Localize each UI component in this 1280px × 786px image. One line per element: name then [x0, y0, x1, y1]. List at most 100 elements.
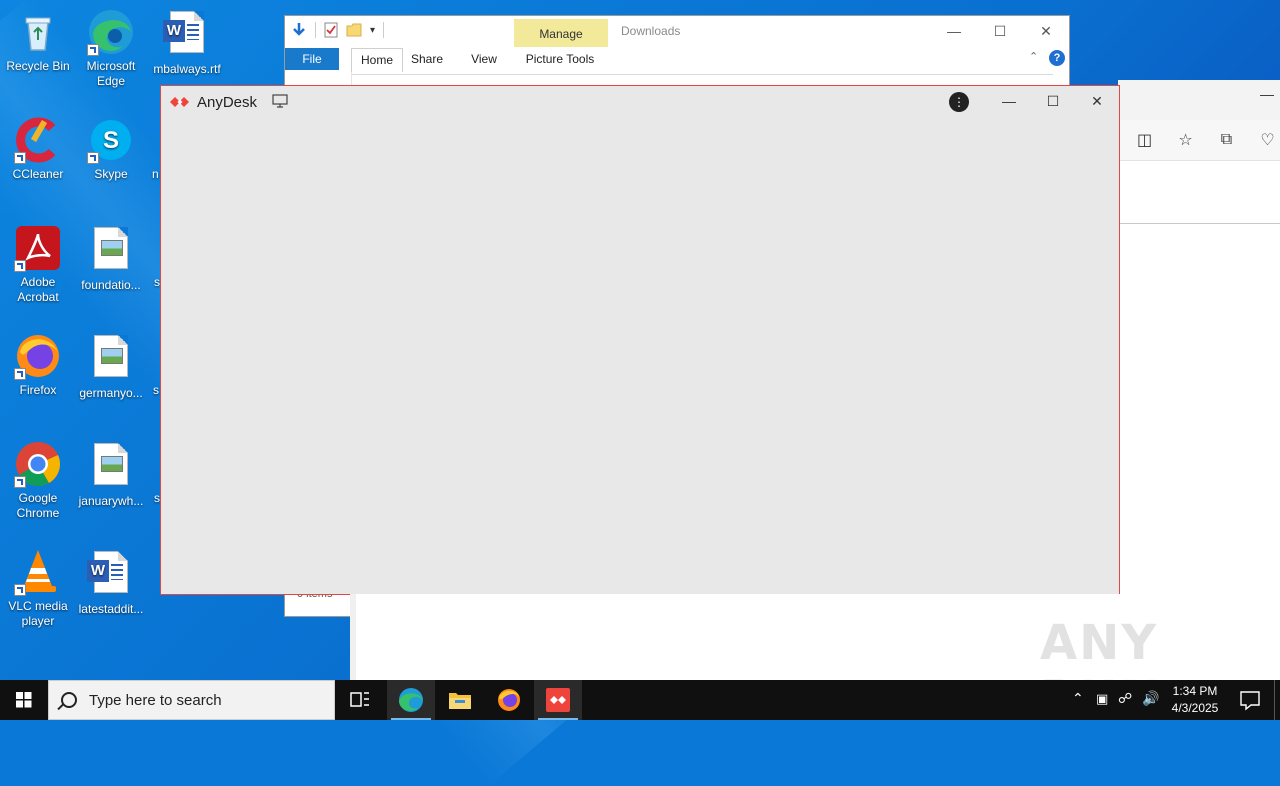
clock-date: 4/3/2025 [1171, 701, 1219, 715]
show-desktop-button[interactable] [1274, 680, 1280, 720]
ribbon-tabs: File Home Share View Picture Tools ⌃ ? [285, 48, 1069, 72]
desktop-icon-label: VLC media player [8, 599, 68, 628]
tab-file[interactable]: File [285, 48, 339, 70]
notification-icon [1240, 691, 1260, 711]
desktop-icon-label: germanyo... [79, 386, 143, 400]
show-hidden-icons-icon[interactable]: ⌃ [1072, 690, 1084, 707]
taskbar-search-box[interactable]: Type here to search [48, 680, 335, 720]
firefox-icon [498, 689, 520, 711]
desktop-icon-label: Google Chrome [16, 491, 60, 520]
vlc-icon [14, 548, 62, 596]
image-file-icon [94, 227, 128, 269]
taskbar: Type here to search ⌃ ▣ ☍ 🔊 1:34 PM 4/3/… [0, 680, 1280, 720]
taskbar-firefox[interactable] [485, 680, 533, 720]
tab-view[interactable]: View [467, 48, 501, 70]
desktop-icon-germanyo[interactable]: germanyo... [73, 332, 149, 401]
clock-time: 1:34 PM [1172, 684, 1218, 698]
ribbon-area [349, 74, 1053, 83]
taskbar-anydesk[interactable] [534, 680, 582, 720]
edge-icon [87, 8, 135, 56]
desktop-icon-foundatio[interactable]: foundatio... [73, 224, 149, 293]
desktop-icon-label: latestaddit... [78, 602, 144, 616]
tab-share[interactable]: Share [409, 48, 445, 70]
desktop-icon-mbalways-rtf[interactable]: W mbalways.rtf [149, 8, 225, 77]
anydesk-menu-icon[interactable]: ⋮ [949, 92, 969, 112]
desktop-icon-microsoft-edge[interactable]: Microsoft Edge [73, 8, 149, 89]
desktop-icon-skype[interactable]: S Skype [73, 116, 149, 182]
start-button[interactable] [0, 680, 48, 720]
anydesk-content-area [161, 118, 1119, 594]
desktop-icon-januarywh[interactable]: januarywh... [73, 440, 149, 509]
desktop-icon-label: Microsoft Edge [86, 59, 136, 88]
minimize-button[interactable]: — [931, 16, 977, 46]
edge-titlebar[interactable]: — [1118, 80, 1280, 120]
search-placeholder: Type here to search [89, 692, 222, 709]
minimize-button[interactable]: — [1260, 86, 1274, 102]
svg-text:S: S [103, 127, 119, 154]
explorer-window-controls: — ☐ ✕ [931, 16, 1069, 46]
quick-access-toolbar: ▾ [291, 22, 385, 38]
desktop-icon-label: Recycle Bin [6, 59, 70, 73]
desktop-icon-label: CCleaner [12, 167, 64, 181]
file-explorer-icon [449, 693, 471, 709]
divider [1120, 223, 1280, 224]
tab-home[interactable]: Home [351, 48, 403, 72]
skype-icon: S [87, 116, 135, 164]
desktop-icon-recycle-bin[interactable]: Recycle Bin [0, 8, 76, 74]
new-folder-icon[interactable] [346, 22, 362, 38]
maximize-button[interactable]: ☐ [1031, 86, 1075, 116]
anydesk-titlebar[interactable]: AnyDesk ⋮ — ☐ ✕ [161, 86, 1119, 118]
desktop-icon-firefox[interactable]: Firefox [0, 332, 76, 398]
edge-icon [399, 688, 423, 712]
desktop-icon-ccleaner[interactable]: CCleaner [0, 116, 76, 182]
action-center-button[interactable] [1232, 680, 1268, 720]
edge-browser-window[interactable]: — ◫ ☆ ⧉ ♡ [1118, 80, 1280, 680]
anydesk-window-controls: — ☐ ✕ [987, 86, 1119, 116]
desktop-icon-label: januarywh... [78, 494, 144, 508]
tab-picture-tools[interactable]: Picture Tools [521, 48, 599, 70]
qat-dropdown-icon[interactable]: ▾ [370, 25, 375, 36]
desktop-icon-google-chrome[interactable]: Google Chrome [0, 440, 76, 521]
favorites-star-icon[interactable]: ☆ [1173, 130, 1198, 150]
volume-icon[interactable]: 🔊 [1142, 690, 1159, 707]
shortcut-arrow-icon [87, 44, 99, 56]
desktop-icon-latestaddit[interactable]: W latestaddit... [73, 548, 149, 617]
help-icon[interactable]: ? [1049, 50, 1065, 66]
search-icon [61, 692, 77, 708]
task-view-button[interactable] [336, 680, 384, 720]
meet-now-icon[interactable]: ▣ [1096, 691, 1108, 707]
desktop-icon-vlc[interactable]: VLC media player [0, 548, 76, 629]
task-view-icon [350, 692, 369, 707]
desktop-icon-label: Firefox [19, 383, 57, 397]
anydesk-logo-icon [170, 97, 189, 107]
network-icon[interactable]: ☍ [1118, 690, 1132, 707]
split-screen-icon[interactable]: ◫ [1132, 130, 1157, 150]
word-document-icon: W [87, 551, 128, 593]
taskbar-file-explorer[interactable] [436, 680, 484, 720]
system-clock[interactable]: 1:34 PM 4/3/2025 [1160, 683, 1230, 717]
desktop-icon-adobe-acrobat[interactable]: Adobe Acrobat [0, 224, 76, 305]
system-tray: ⌃ ▣ ☍ 🔊 [1068, 680, 1160, 720]
acrobat-icon [14, 224, 62, 272]
ribbon-collapse-icon[interactable]: ⌃ [1029, 50, 1038, 63]
edge-toolbar: ◫ ☆ ⧉ ♡ [1118, 120, 1280, 161]
monitor-icon[interactable] [272, 94, 288, 108]
properties-icon[interactable] [324, 22, 338, 38]
firefox-icon [14, 332, 62, 380]
manage-context-tab[interactable]: Manage [514, 19, 608, 47]
taskbar-edge[interactable] [387, 680, 435, 720]
image-file-icon [94, 335, 128, 377]
anydesk-title: AnyDesk [197, 94, 258, 111]
browser-essentials-icon[interactable]: ♡ [1255, 130, 1280, 150]
anydesk-icon [546, 688, 570, 712]
close-button[interactable]: ✕ [1023, 16, 1069, 46]
anydesk-window[interactable]: AnyDesk ⋮ — ☐ ✕ [160, 85, 1120, 595]
minimize-button[interactable]: — [987, 86, 1031, 116]
maximize-button[interactable]: ☐ [977, 16, 1023, 46]
explorer-titlebar[interactable]: ▾ Manage Downloads — ☐ ✕ [285, 16, 1069, 48]
close-button[interactable]: ✕ [1075, 86, 1119, 116]
collections-icon[interactable]: ⧉ [1214, 131, 1239, 149]
image-file-icon [94, 443, 128, 485]
desktop-icon-label: foundatio... [81, 278, 141, 292]
download-arrow-icon[interactable] [291, 22, 307, 38]
